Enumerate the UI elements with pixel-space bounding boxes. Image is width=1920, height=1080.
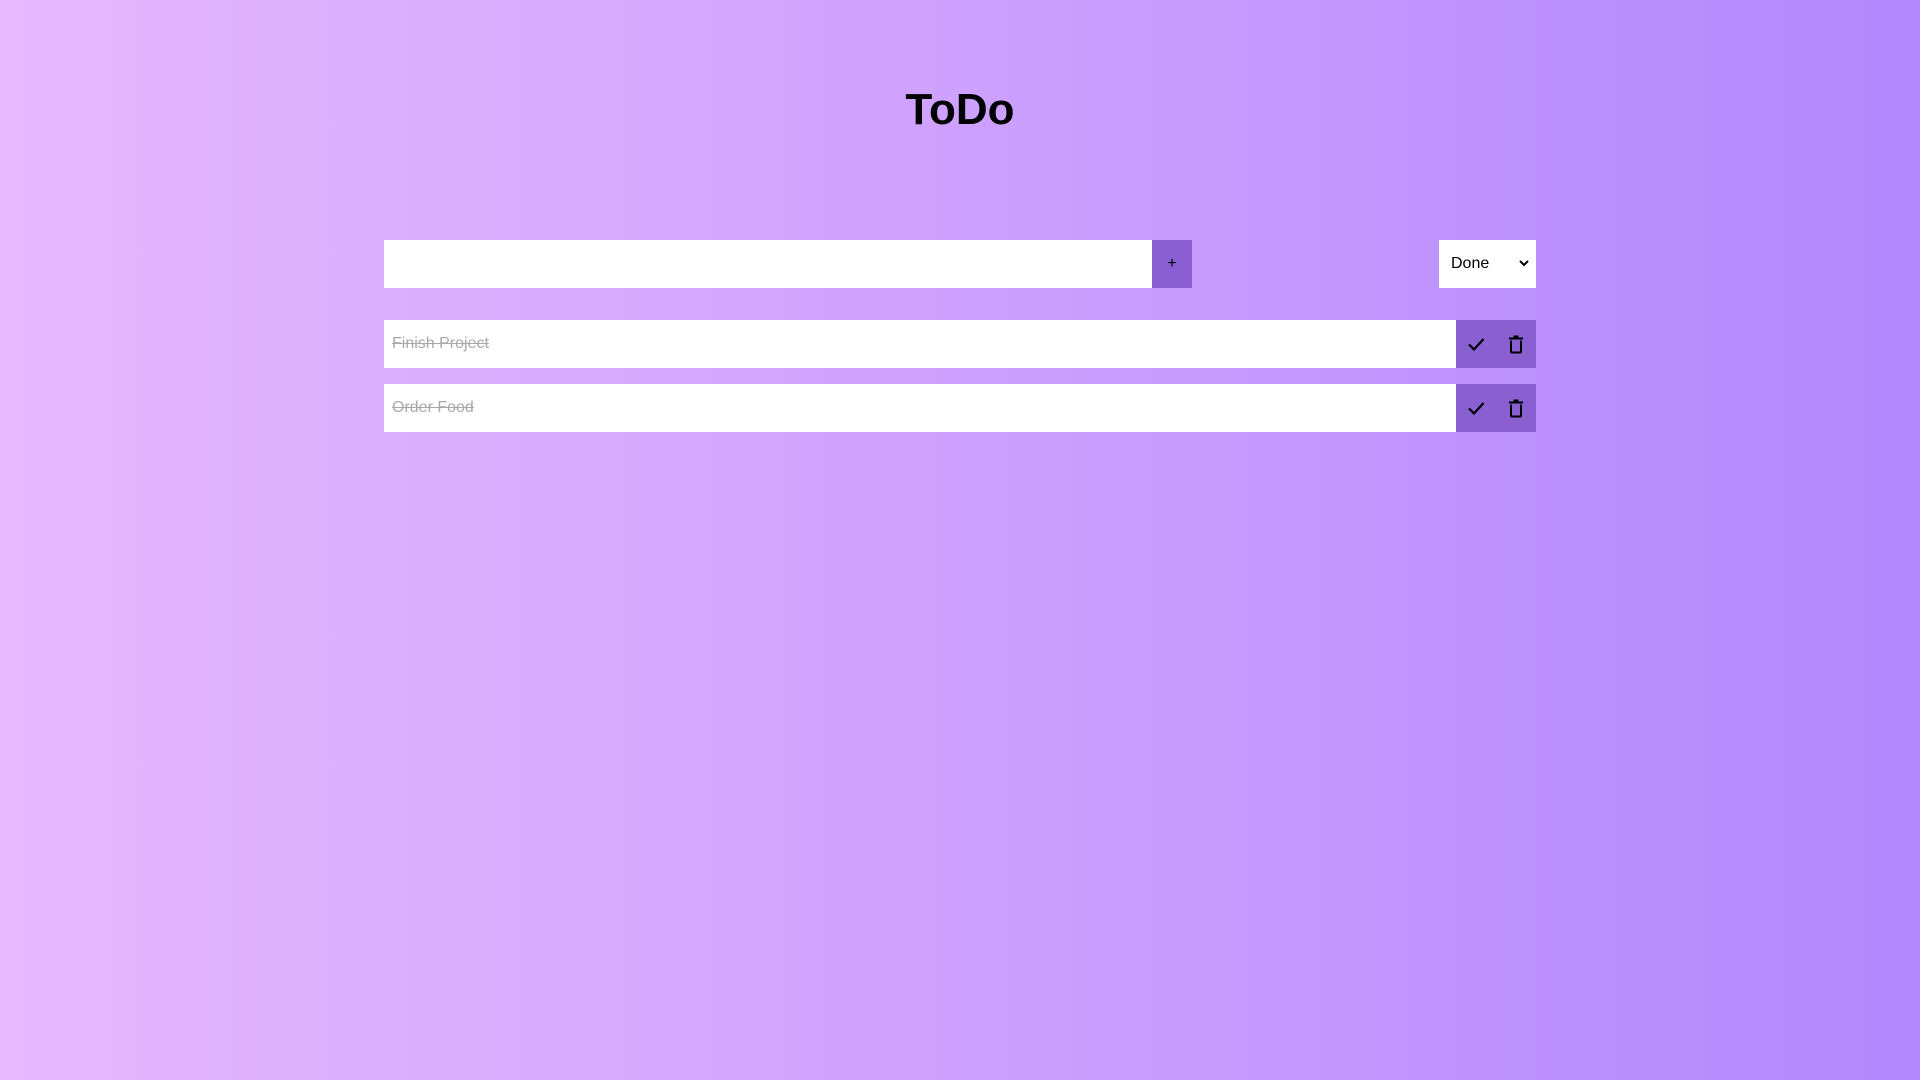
chevron-down-icon xyxy=(1519,260,1529,267)
todo-form: + Done xyxy=(384,240,1536,288)
check-icon xyxy=(1468,402,1485,416)
todo-item-text: Order Food xyxy=(392,399,474,416)
delete-button[interactable] xyxy=(1496,320,1536,368)
todo-input[interactable] xyxy=(384,240,1152,288)
todo-item: Finish Project xyxy=(384,320,1536,368)
todo-item: Order Food xyxy=(384,384,1536,432)
page-title: ToDo xyxy=(905,85,1015,134)
todo-item-text: Finish Project xyxy=(392,335,489,352)
filter-select[interactable]: Done xyxy=(1439,240,1536,288)
delete-button[interactable] xyxy=(1496,384,1536,432)
todo-item-actions xyxy=(1456,384,1536,432)
todo-item-actions xyxy=(1456,320,1536,368)
trash-icon xyxy=(1509,399,1523,418)
filter-selected-value: Done xyxy=(1451,255,1490,272)
todo-list: Finish Project Order Food xyxy=(384,320,1536,448)
trash-icon xyxy=(1509,335,1523,354)
complete-button[interactable] xyxy=(1456,384,1496,432)
add-todo-button[interactable]: + xyxy=(1152,240,1192,288)
complete-button[interactable] xyxy=(1456,320,1496,368)
check-icon xyxy=(1468,338,1485,352)
